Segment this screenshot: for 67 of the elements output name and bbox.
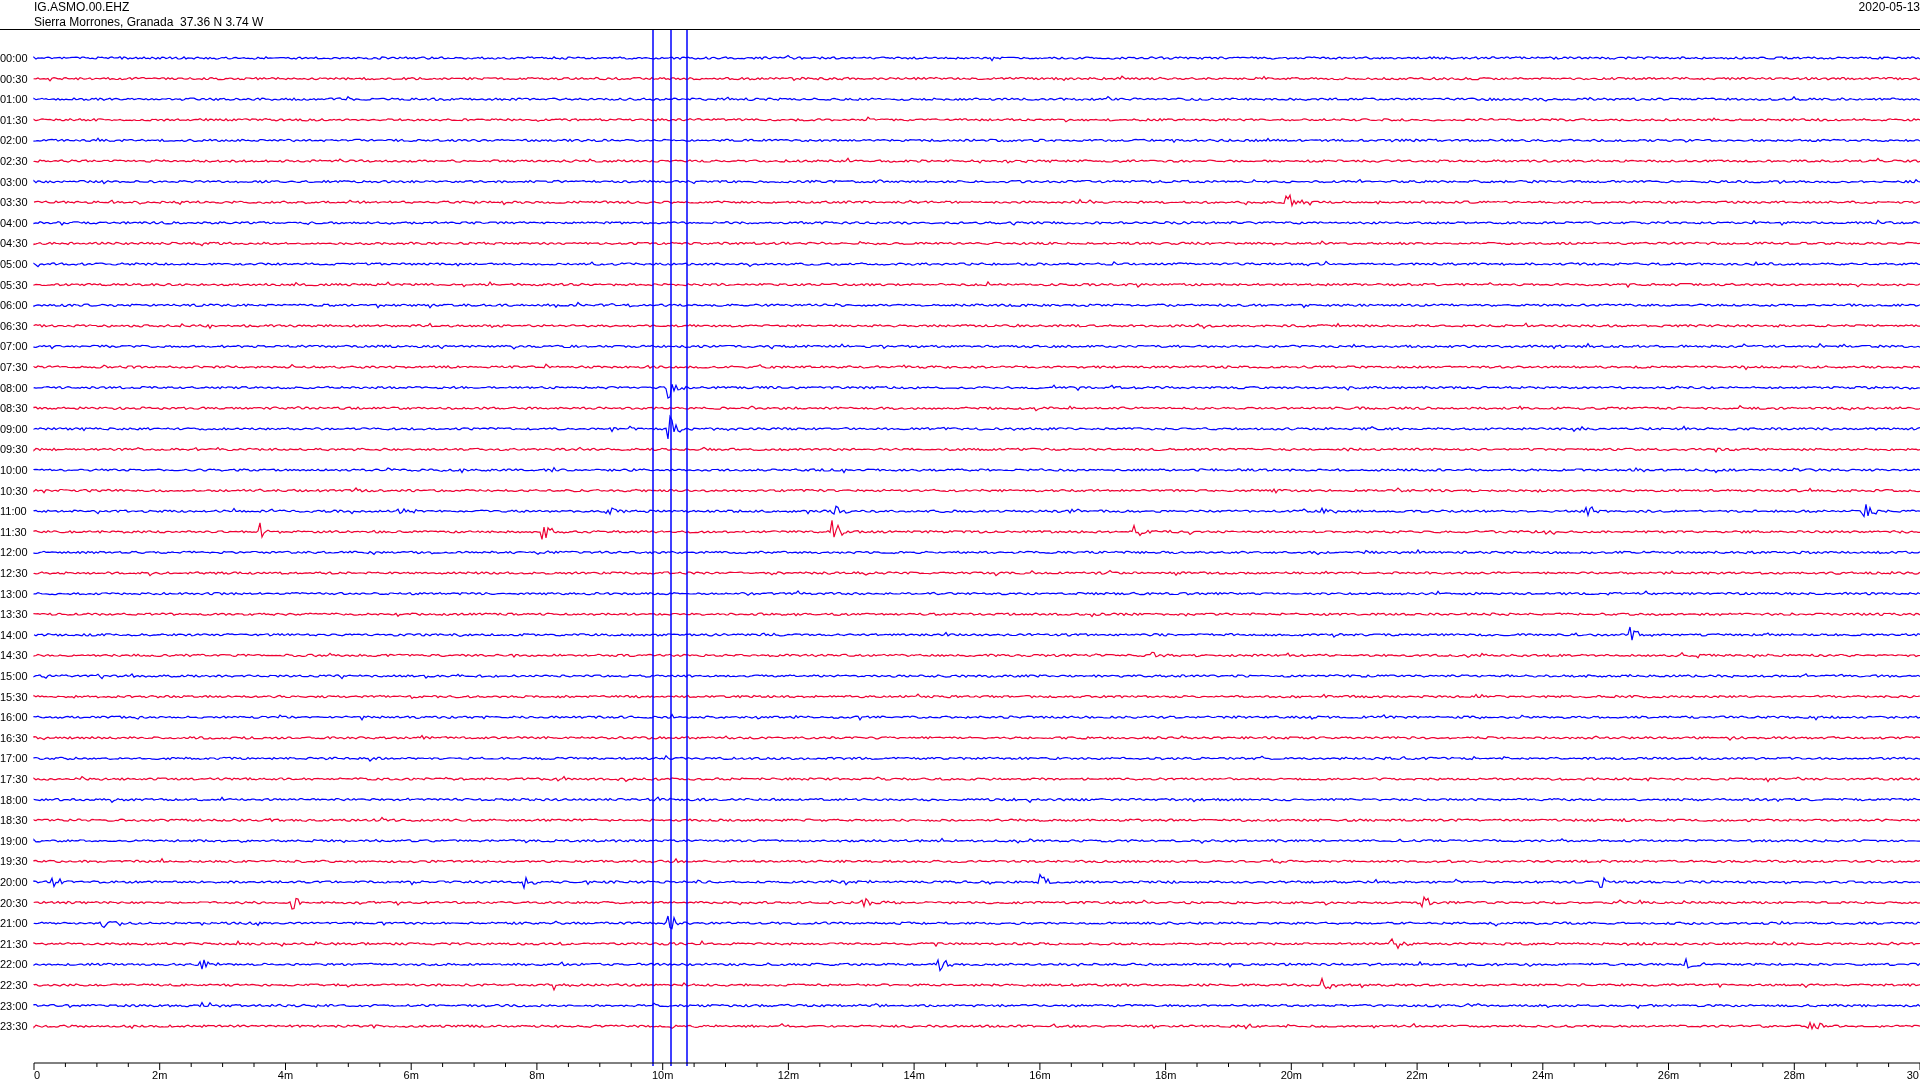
time-label: 20:30: [0, 896, 28, 909]
time-label: 10:30: [0, 484, 28, 497]
time-label: 08:30: [0, 402, 28, 415]
time-label: 00:00: [0, 52, 28, 64]
axis-tick-label: 28m: [1783, 1069, 1805, 1079]
time-label: 18:00: [0, 793, 28, 806]
time-label: 17:00: [0, 752, 28, 765]
time-label: 15:00: [0, 670, 28, 682]
axis-tick-label: 14m: [903, 1069, 925, 1079]
time-label: 15:30: [0, 690, 28, 703]
time-label: 02:00: [0, 134, 28, 147]
axis-tick-label: 16m: [1029, 1069, 1051, 1079]
time-label: 12:00: [0, 546, 28, 559]
time-label: 20:00: [0, 876, 28, 888]
time-label: 09:30: [0, 443, 28, 456]
axis-tick-label: 12m: [777, 1069, 800, 1079]
time-label: 09:00: [0, 422, 28, 435]
axis-tick-label: 2m: [152, 1069, 168, 1079]
time-label: 19:00: [0, 834, 28, 847]
time-label: 18:30: [0, 814, 28, 827]
axis-tick-label: 4m: [277, 1069, 294, 1079]
time-label: 01:30: [0, 113, 28, 126]
time-label: 14:30: [0, 649, 28, 662]
time-label: 01:00: [0, 93, 28, 106]
time-label: 11:00: [0, 505, 27, 518]
time-label: 22:00: [0, 958, 28, 971]
axis-tick-label: 30: [1906, 1069, 1919, 1079]
time-label: 03:30: [0, 196, 28, 209]
time-label: 17:30: [0, 773, 28, 785]
time-label: 13:30: [0, 608, 28, 621]
time-label: 04:30: [0, 237, 28, 250]
time-label: 23:30: [0, 1020, 28, 1033]
time-label: 08:00: [0, 381, 28, 394]
axis-tick-label: 10m: [651, 1069, 674, 1079]
axis-tick-label: 22m: [1406, 1069, 1428, 1079]
station-location: Sierra Morrones, Granada 37.36 N 3.74 W: [34, 15, 264, 30]
time-label: 07:00: [0, 340, 28, 353]
time-label: 04:00: [0, 216, 28, 229]
time-label: 21:00: [0, 917, 28, 930]
time-label: 05:30: [0, 278, 28, 291]
time-label: 00:30: [0, 72, 28, 85]
time-label: 23:00: [0, 999, 28, 1012]
time-label: 13:00: [0, 587, 28, 600]
time-label: 19:30: [0, 855, 28, 868]
station-code: IG.ASMO.00.EHZ: [34, 0, 131, 15]
axis-tick-label: 18m: [1154, 1069, 1177, 1079]
time-label: 16:00: [0, 711, 28, 724]
axis-tick-label: 26m: [1657, 1069, 1680, 1079]
time-label: 05:00: [0, 258, 28, 270]
axis-tick-label: 24m: [1532, 1069, 1554, 1079]
time-label: 12:30: [0, 567, 28, 579]
time-label: 10:00: [0, 464, 28, 476]
axis-tick-label: 0: [34, 1069, 41, 1079]
axis-tick-label: 6m: [403, 1069, 419, 1079]
axis-tick-label: 20m: [1280, 1069, 1303, 1079]
time-label: 03:00: [0, 175, 28, 188]
time-label: 11:30: [0, 525, 27, 538]
time-label: 21:30: [0, 937, 28, 950]
time-label: 16:30: [0, 731, 28, 744]
axis-tick-label: 8m: [529, 1069, 545, 1079]
time-label: 06:30: [0, 319, 28, 332]
time-label: 14:00: [0, 628, 28, 641]
time-label: 06:00: [0, 299, 28, 312]
time-label: 07:30: [0, 361, 28, 373]
time-label: 02:30: [0, 155, 28, 167]
date-label: 2020-05-13: [1858, 0, 1920, 15]
time-label: 22:30: [0, 979, 28, 991]
